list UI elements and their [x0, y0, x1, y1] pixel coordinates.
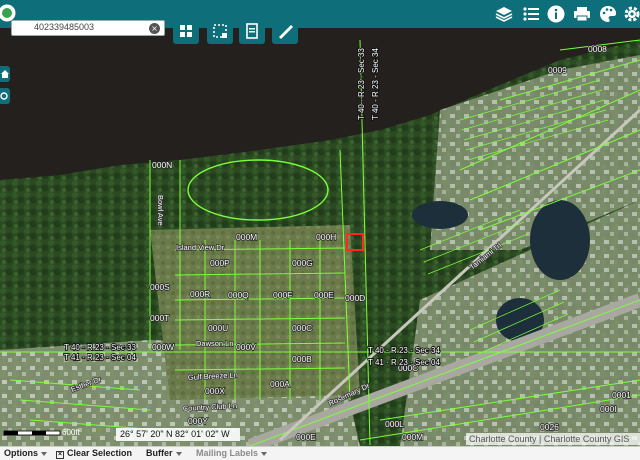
parcel-label: 000L: [385, 419, 404, 429]
parcel-label: 000M: [402, 432, 423, 442]
print-icon[interactable]: [572, 4, 592, 24]
bottom-toolbar: Options × Clear Selection Buffer Mailing …: [0, 446, 640, 460]
parcel-label: 0001: [612, 390, 631, 400]
clear-search-icon[interactable]: ×: [149, 23, 160, 34]
notes-tool-button[interactable]: [239, 18, 265, 44]
parcel-label: 000M: [236, 232, 257, 242]
home-button[interactable]: [0, 66, 10, 82]
parcel-label: 000Y: [188, 416, 208, 426]
parcel-label: 000G: [292, 258, 313, 268]
grid-tool-button[interactable]: [173, 18, 199, 44]
parcel-label: 000F: [273, 290, 292, 300]
survey-section-label: T 40 - R 23 - Sec 33: [357, 48, 366, 120]
parcel-label: 000Q: [228, 290, 249, 300]
selection-tool-button[interactable]: [207, 18, 233, 44]
parcel-label: 000C: [292, 323, 312, 333]
parcel-label: 000N: [152, 160, 172, 170]
chevron-down-icon: [175, 451, 182, 456]
road-label: Dawson Ln: [196, 339, 234, 348]
options-label: Options: [4, 448, 38, 458]
settings-gear-icon[interactable]: [622, 4, 640, 24]
map-view[interactable]: 0008 0009 000N 000M 000H 000P 000G 000S 000R 000Q…: [0, 0, 640, 446]
buffer-menu[interactable]: Buffer: [146, 448, 182, 458]
info-icon[interactable]: [546, 4, 566, 24]
cursor-coordinates: 26° 57' 20" N 82° 01' 02" W: [116, 428, 240, 441]
basemap-palette-icon[interactable]: [598, 4, 618, 24]
parcel-label: 000R: [190, 289, 210, 299]
options-menu[interactable]: Options: [4, 448, 47, 458]
survey-section-label: T 41 - R 23 - Sec 04: [64, 353, 136, 362]
home-icon: [1, 70, 9, 78]
measure-pen-icon: [279, 25, 293, 39]
legend-list-icon[interactable]: [521, 4, 541, 24]
parcel-label: 000V: [236, 342, 256, 352]
parcel-label: 000E: [314, 290, 334, 300]
scale-label: 600ft: [62, 428, 80, 437]
survey-section-label: T 40 - R 23 - Sec 34: [368, 346, 440, 355]
locate-icon: [0, 92, 8, 100]
parcel-label: 0009: [548, 65, 567, 75]
chevron-down-icon: [41, 451, 47, 456]
map-attribution: Charlotte County | Charlotte County GIS: [466, 433, 640, 445]
parcel-label: 000X: [205, 386, 225, 396]
parcel-label: 000E: [296, 432, 316, 442]
grid-icon: [180, 25, 192, 37]
parcel-label: 000B: [292, 354, 312, 364]
parcel-search-field[interactable]: 402339485003 ×: [11, 20, 165, 36]
mailing-labels-menu[interactable]: Mailing Labels: [196, 448, 268, 458]
clear-selection-label: Clear Selection: [67, 448, 133, 458]
survey-section-label: T 40 - R 23 - Sec 33: [64, 343, 136, 352]
clear-selection-button[interactable]: × Clear Selection: [56, 448, 132, 459]
buffer-label: Buffer: [146, 448, 173, 458]
locate-button[interactable]: [0, 88, 10, 104]
survey-section-label: T 41 - R 23 - Sec 04: [368, 358, 440, 367]
gis-map-app: 0008 0009 000N 000M 000H 000P 000G 000S 000R 000Q…: [0, 0, 640, 460]
parcel-label: 000A: [270, 379, 290, 389]
parcel-label: 000U: [208, 323, 228, 333]
parcel-label: 0008: [588, 44, 607, 54]
road-label: Bowl Ave: [156, 195, 165, 226]
measure-tool-button[interactable]: [272, 18, 298, 44]
parcel-label: 000P: [210, 258, 230, 268]
parcel-label: 0026: [540, 422, 559, 432]
parcel-label: 000W: [152, 342, 174, 352]
close-box-icon: ×: [56, 451, 64, 459]
parcel-label: 000D: [345, 293, 365, 303]
road-label: Island View Dr: [176, 243, 225, 252]
survey-section-label: T 40 - R 23 - Sec 34: [371, 48, 380, 120]
parcel-label: 000S: [150, 282, 170, 292]
selection-icon: [213, 24, 227, 38]
parcel-label: 000H: [316, 232, 336, 242]
layers-icon[interactable]: [494, 4, 514, 24]
parcel-label: 000I: [600, 404, 617, 414]
search-input[interactable]: 402339485003: [34, 22, 94, 32]
notes-icon: [246, 23, 258, 39]
chevron-down-icon: [261, 451, 268, 456]
parcel-label: 000T: [150, 313, 169, 323]
mailing-labels-label: Mailing Labels: [196, 448, 259, 458]
